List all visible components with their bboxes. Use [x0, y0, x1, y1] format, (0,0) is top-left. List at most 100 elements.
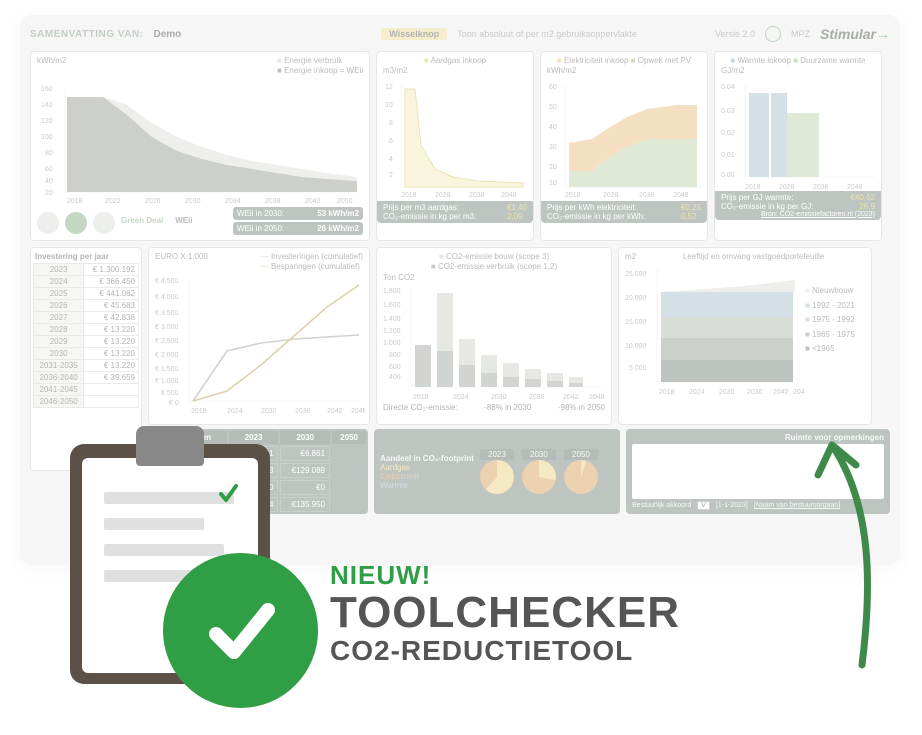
- svg-text:2050: 2050: [337, 198, 353, 205]
- svg-text:60: 60: [549, 84, 557, 91]
- svg-text:2030: 2030: [491, 394, 507, 401]
- svg-text:2: 2: [389, 172, 393, 179]
- svg-text:6: 6: [389, 138, 393, 145]
- badges: [37, 212, 115, 234]
- pie-2050: [564, 460, 598, 494]
- svg-text:€ 2.500: € 2.500: [155, 338, 178, 345]
- akkoord-checkbox[interactable]: V: [697, 501, 710, 510]
- elec-card: ■ Elektriciteit inkoop ■ Opwek met PV kW…: [540, 51, 708, 241]
- svg-text:40: 40: [549, 124, 557, 131]
- age-card: m2 Leeftijd en omvang vastgoedportefeuil…: [618, 247, 872, 425]
- mpz-label: MPZ: [791, 29, 810, 39]
- gas-unit: m3/m2: [383, 66, 527, 76]
- svg-text:€ 500: € 500: [161, 390, 179, 397]
- svg-text:2018: 2018: [565, 192, 581, 199]
- svg-text:2042: 2042: [773, 389, 789, 396]
- svg-text:100: 100: [41, 134, 53, 141]
- svg-text:€ 0: € 0: [169, 400, 179, 407]
- gas-card: ■ Aardgas inkoop m3/m2 12108642 20182028…: [376, 51, 534, 241]
- share-title: Aandeel in CO₂-footprint: [380, 454, 474, 463]
- svg-text:2048: 2048: [847, 184, 863, 191]
- gas-chart: 12108642 2018202820382048: [383, 77, 529, 205]
- svg-text:2028: 2028: [779, 184, 795, 191]
- heat-unit: GJ/m2: [721, 66, 875, 76]
- svg-text:2048: 2048: [351, 408, 365, 415]
- svg-text:€ 3.000: € 3.000: [155, 324, 178, 331]
- svg-text:2028: 2028: [603, 192, 619, 199]
- top-bar: SAMENVATTING VAN: Demo Wisselknop Toon a…: [30, 23, 890, 45]
- toggle-note: Toon absoluut of per m2 gebruiksoppervla…: [457, 29, 637, 39]
- energy-legend: ■ Energie verbruik ■ Energie inkoop = WE…: [277, 56, 363, 77]
- check-icon: [218, 482, 238, 506]
- co2-direct-label: Directe CO₂-emissie:: [383, 403, 458, 412]
- elec-footer: Prijs per kWh elektriciteit:CO₂-emissie …: [541, 201, 707, 223]
- svg-text:2048: 2048: [673, 192, 689, 199]
- svg-text:0,02: 0,02: [721, 130, 735, 137]
- green-check-icon: [163, 553, 318, 708]
- svg-text:20.000: 20.000: [625, 295, 647, 302]
- gas-legend: Aardgas inkoop: [431, 56, 487, 65]
- summary-label: SAMENVATTING VAN:: [30, 29, 144, 40]
- co2-card: ■ CO2-emissie bouw (scope 3)■ CO2-emissi…: [376, 247, 612, 425]
- svg-text:2030: 2030: [185, 198, 201, 205]
- svg-text:1.200: 1.200: [383, 328, 401, 335]
- svg-text:40: 40: [45, 178, 53, 185]
- svg-text:€ 3.500: € 3.500: [155, 310, 178, 317]
- svg-text:2030: 2030: [719, 389, 735, 396]
- svg-text:10: 10: [549, 180, 557, 187]
- svg-text:1.600: 1.600: [383, 302, 401, 309]
- svg-text:2036: 2036: [295, 408, 311, 415]
- svg-text:30: 30: [549, 144, 557, 151]
- co2-2030: -88% in 2030: [484, 403, 531, 412]
- svg-text:0,01: 0,01: [721, 152, 735, 159]
- co2-2050: -98% in 2050: [558, 403, 605, 412]
- svg-text:10: 10: [385, 102, 393, 109]
- energy-card: kWh/m2 ■ Energie verbruik ■ Energie inko…: [30, 51, 370, 241]
- promo-subtitle: CO2-REDUCTIETOOL: [330, 635, 680, 667]
- age-legend: ■ Nieuwbouw■ 1992 - 2021■ 1975 - 1992■ 1…: [805, 284, 855, 402]
- invest-table: 2023€ 1.300.1922024€ 366.4502025€ 441.06…: [33, 263, 139, 408]
- svg-text:2024: 2024: [227, 408, 243, 415]
- age-unit: m2: [625, 252, 636, 262]
- svg-text:8: 8: [389, 120, 393, 127]
- svg-text:0,00: 0,00: [721, 172, 735, 179]
- promo-clipboard: [60, 418, 280, 698]
- cum-unit: EURO X 1.000: [155, 252, 208, 273]
- akkoord-label: Bestuurlijk akkoord: [632, 502, 691, 509]
- svg-text:5.000: 5.000: [629, 365, 647, 372]
- svg-text:2036: 2036: [747, 389, 763, 396]
- arrow-curve-icon: [722, 415, 882, 675]
- heat-card: ■ Warmte inkoop ■ Duurzame warmte GJ/m2 …: [714, 51, 882, 241]
- svg-text:800: 800: [389, 352, 401, 359]
- pie-2030: [522, 460, 556, 494]
- co2-unit: Ton CO2: [383, 273, 605, 283]
- elec-chart: 605040302010 2018202820382048: [547, 77, 703, 205]
- svg-text:2038: 2038: [265, 198, 281, 205]
- brand-logo: Stimular→: [820, 26, 890, 42]
- cum-legend: — Investeringen (cumulatief)— Besparinge…: [261, 252, 363, 273]
- heat-chart: 0,040,030,020,010,00 2018202820362048: [721, 77, 877, 195]
- cumulative-card: EURO X 1.000 — Investeringen (cumulatief…: [148, 247, 370, 425]
- cum-chart: € 4.500€ 4.000€ 3.500€ 3.000€ 2.500€ 2.0…: [155, 273, 365, 421]
- svg-text:2018: 2018: [659, 389, 675, 396]
- svg-text:120: 120: [41, 118, 53, 125]
- promo-title: TOOLCHECKER: [330, 591, 680, 635]
- energy-chart: 16014012010080604020 2018202220262030203…: [37, 77, 363, 207]
- svg-text:€ 2.000: € 2.000: [155, 352, 178, 359]
- share-card: Aandeel in CO₂-footprint AardgasElektric…: [374, 429, 620, 514]
- svg-text:25.000: 25.000: [625, 271, 647, 278]
- svg-text:2018: 2018: [191, 408, 207, 415]
- toggle-button[interactable]: Wisselknop: [381, 28, 447, 40]
- svg-text:160: 160: [41, 86, 53, 93]
- svg-text:2024: 2024: [689, 389, 705, 396]
- svg-text:60: 60: [45, 166, 53, 173]
- svg-text:2042: 2042: [305, 198, 321, 205]
- svg-text:2024: 2024: [453, 394, 469, 401]
- heat-legend: ■ Warmte inkoop ■ Duurzame warmte: [721, 56, 875, 66]
- svg-text:2048: 2048: [793, 389, 805, 396]
- co2-chart: 1.8001.6001.4001.2001.000800600400 20182…: [383, 283, 607, 403]
- heat-footer: Prijs per GJ warmte:€40,62 CO₂-emissie i…: [715, 191, 881, 220]
- co2-legend: ■ CO2-emissie bouw (scope 3)■ CO2-emissi…: [383, 252, 605, 273]
- svg-text:€ 1.000: € 1.000: [155, 378, 178, 385]
- svg-text:1.400: 1.400: [383, 316, 401, 323]
